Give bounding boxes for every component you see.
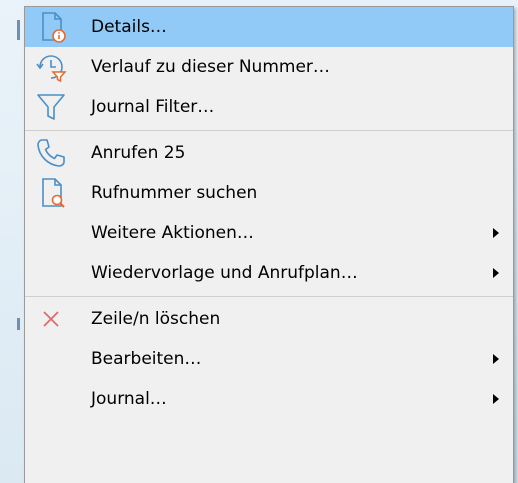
menu-item-label: Weitere Aktionen… bbox=[91, 223, 254, 243]
menu-separator bbox=[25, 130, 513, 131]
menu-item-label: Bearbeiten… bbox=[91, 349, 202, 369]
menu-item-label: Anrufen 25 bbox=[91, 143, 186, 163]
menu-item-label: Wiedervorlage und Anrufplan… bbox=[91, 263, 358, 283]
menu-item-search-number[interactable]: Rufnummer suchen bbox=[25, 173, 513, 213]
menu-item-resubmission[interactable]: Wiedervorlage und Anrufplan… bbox=[25, 253, 513, 293]
menu-item-label: Verlauf zu dieser Nummer… bbox=[91, 57, 330, 77]
background-divider bbox=[17, 20, 20, 40]
menu-item-label: Rufnummer suchen bbox=[91, 183, 258, 203]
history-filter-icon bbox=[35, 51, 67, 83]
menu-item-more-actions[interactable]: Weitere Aktionen… bbox=[25, 213, 513, 253]
menu-item-call[interactable]: Anrufen 25 bbox=[25, 133, 513, 173]
submenu-arrow-icon bbox=[493, 228, 499, 238]
menu-item-label: Journal Filter… bbox=[91, 97, 215, 117]
menu-item-label: Zeile/n löschen bbox=[91, 309, 221, 329]
submenu-arrow-icon bbox=[493, 268, 499, 278]
submenu-arrow-icon bbox=[493, 354, 499, 364]
menu-separator bbox=[25, 296, 513, 297]
background-divider bbox=[17, 318, 20, 330]
document-info-icon bbox=[35, 11, 67, 43]
delete-x-icon bbox=[35, 303, 67, 335]
menu-item-label: Journal… bbox=[91, 389, 167, 409]
background-window-edge bbox=[0, 0, 24, 483]
menu-item-history[interactable]: Verlauf zu dieser Nummer… bbox=[25, 47, 513, 87]
phone-icon bbox=[35, 137, 67, 169]
context-menu: Details… Verlauf zu dieser Nummer… Journ… bbox=[24, 6, 514, 483]
funnel-icon bbox=[35, 91, 67, 123]
menu-item-edit[interactable]: Bearbeiten… bbox=[25, 339, 513, 379]
menu-item-journal-filter[interactable]: Journal Filter… bbox=[25, 87, 513, 127]
menu-item-label: Details… bbox=[91, 17, 167, 37]
menu-item-delete-rows[interactable]: Zeile/n löschen bbox=[25, 299, 513, 339]
menu-item-journal[interactable]: Journal… bbox=[25, 379, 513, 419]
menu-item-details[interactable]: Details… bbox=[25, 7, 513, 47]
document-search-icon bbox=[35, 177, 67, 209]
submenu-arrow-icon bbox=[493, 394, 499, 404]
